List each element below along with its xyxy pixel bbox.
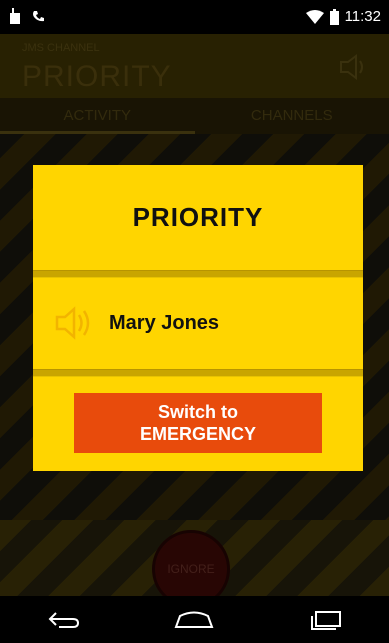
- voicemail-icon: [32, 9, 44, 23]
- priority-dialog: PRIORITY Mary Jones Switch to EMERGENCY: [33, 165, 363, 471]
- battery-icon: [329, 8, 339, 25]
- dialog-title: PRIORITY: [132, 202, 264, 232]
- switch-label-line1: Switch to: [158, 402, 238, 422]
- switch-label-line2: EMERGENCY: [139, 424, 256, 444]
- status-bar: 11:32: [0, 0, 389, 34]
- divider: [33, 369, 363, 377]
- recents-icon[interactable]: [308, 610, 342, 630]
- speaker-icon: [55, 306, 95, 340]
- caller-row: Mary Jones: [33, 277, 363, 369]
- switch-to-emergency-button[interactable]: Switch to EMERGENCY: [74, 393, 322, 453]
- wifi-icon: [305, 9, 324, 24]
- navigation-bar: [0, 596, 389, 643]
- notification-icon: [10, 8, 20, 24]
- back-icon[interactable]: [47, 611, 81, 629]
- status-time: 11:32: [344, 8, 381, 25]
- home-icon[interactable]: [174, 611, 214, 629]
- caller-name: Mary Jones: [109, 311, 220, 334]
